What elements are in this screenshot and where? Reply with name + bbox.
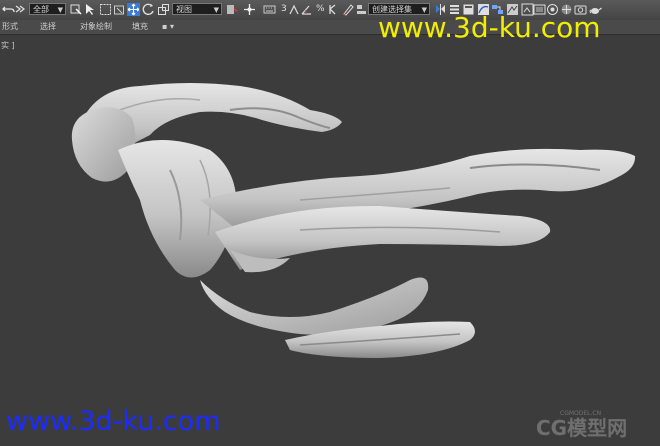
ribbon-tab-object-paint[interactable]: 对象绘制 (80, 21, 112, 33)
redo-icon[interactable] (14, 3, 27, 16)
select-manipulate-icon[interactable] (243, 3, 256, 16)
cgmodel-watermark: CG模型网 CGMODEL.CN (536, 410, 654, 442)
select-by-name-icon[interactable] (84, 3, 97, 16)
cgmodel-url: CGMODEL.CN (560, 410, 602, 417)
reference-coordinate-dropdown[interactable]: 视图 ▼ (172, 3, 222, 15)
watermark-bottom: www.3d-ku.com (6, 406, 221, 437)
watermark-top: www.3d-ku.com (378, 11, 601, 44)
ribbon-tab-selection[interactable]: 选择 (40, 21, 56, 33)
snaps-toggle[interactable]: 3 (281, 3, 287, 15)
angle-snap-icon[interactable] (300, 3, 313, 16)
keyboard-shortcut-icon[interactable] (263, 3, 276, 16)
spinner-snap-icon[interactable] (327, 3, 340, 16)
pivot-center-icon[interactable] (225, 3, 238, 16)
scale-icon[interactable] (157, 3, 170, 16)
percent-snap-label: % (316, 4, 325, 14)
select-object-icon[interactable] (69, 3, 82, 16)
ribbon-tab-populate[interactable]: 填充 (132, 21, 148, 33)
ribbon-options-toggle[interactable]: ▪ ▾ (162, 21, 174, 33)
rectangle-region-icon[interactable] (99, 3, 112, 16)
perspective-viewport[interactable]: 实 ] www.3d-ku.com www.3d-ku.com CG模型网 CG… (0, 11, 660, 446)
chevron-down-icon: ▼ (57, 6, 63, 14)
rotate-icon[interactable] (142, 3, 155, 16)
chevron-down-icon: ▼ (213, 6, 219, 14)
edit-named-selection-icon[interactable] (342, 3, 355, 16)
selection-filter-dropdown[interactable]: 全部 ▼ (29, 3, 66, 15)
align-icon[interactable] (355, 3, 368, 16)
ribbon-tab-modeling[interactable]: 形式 (2, 21, 18, 33)
move-icon[interactable] (127, 3, 140, 16)
percent-snap-button[interactable]: % (316, 3, 325, 15)
angle-snap-label: 3 (281, 4, 287, 14)
reference-coordinate-value: 视图 (176, 5, 192, 14)
window-crossing-icon[interactable] (113, 3, 126, 16)
sculpt-model[interactable] (0, 35, 660, 446)
selection-filter-value: 全部 (33, 5, 49, 14)
